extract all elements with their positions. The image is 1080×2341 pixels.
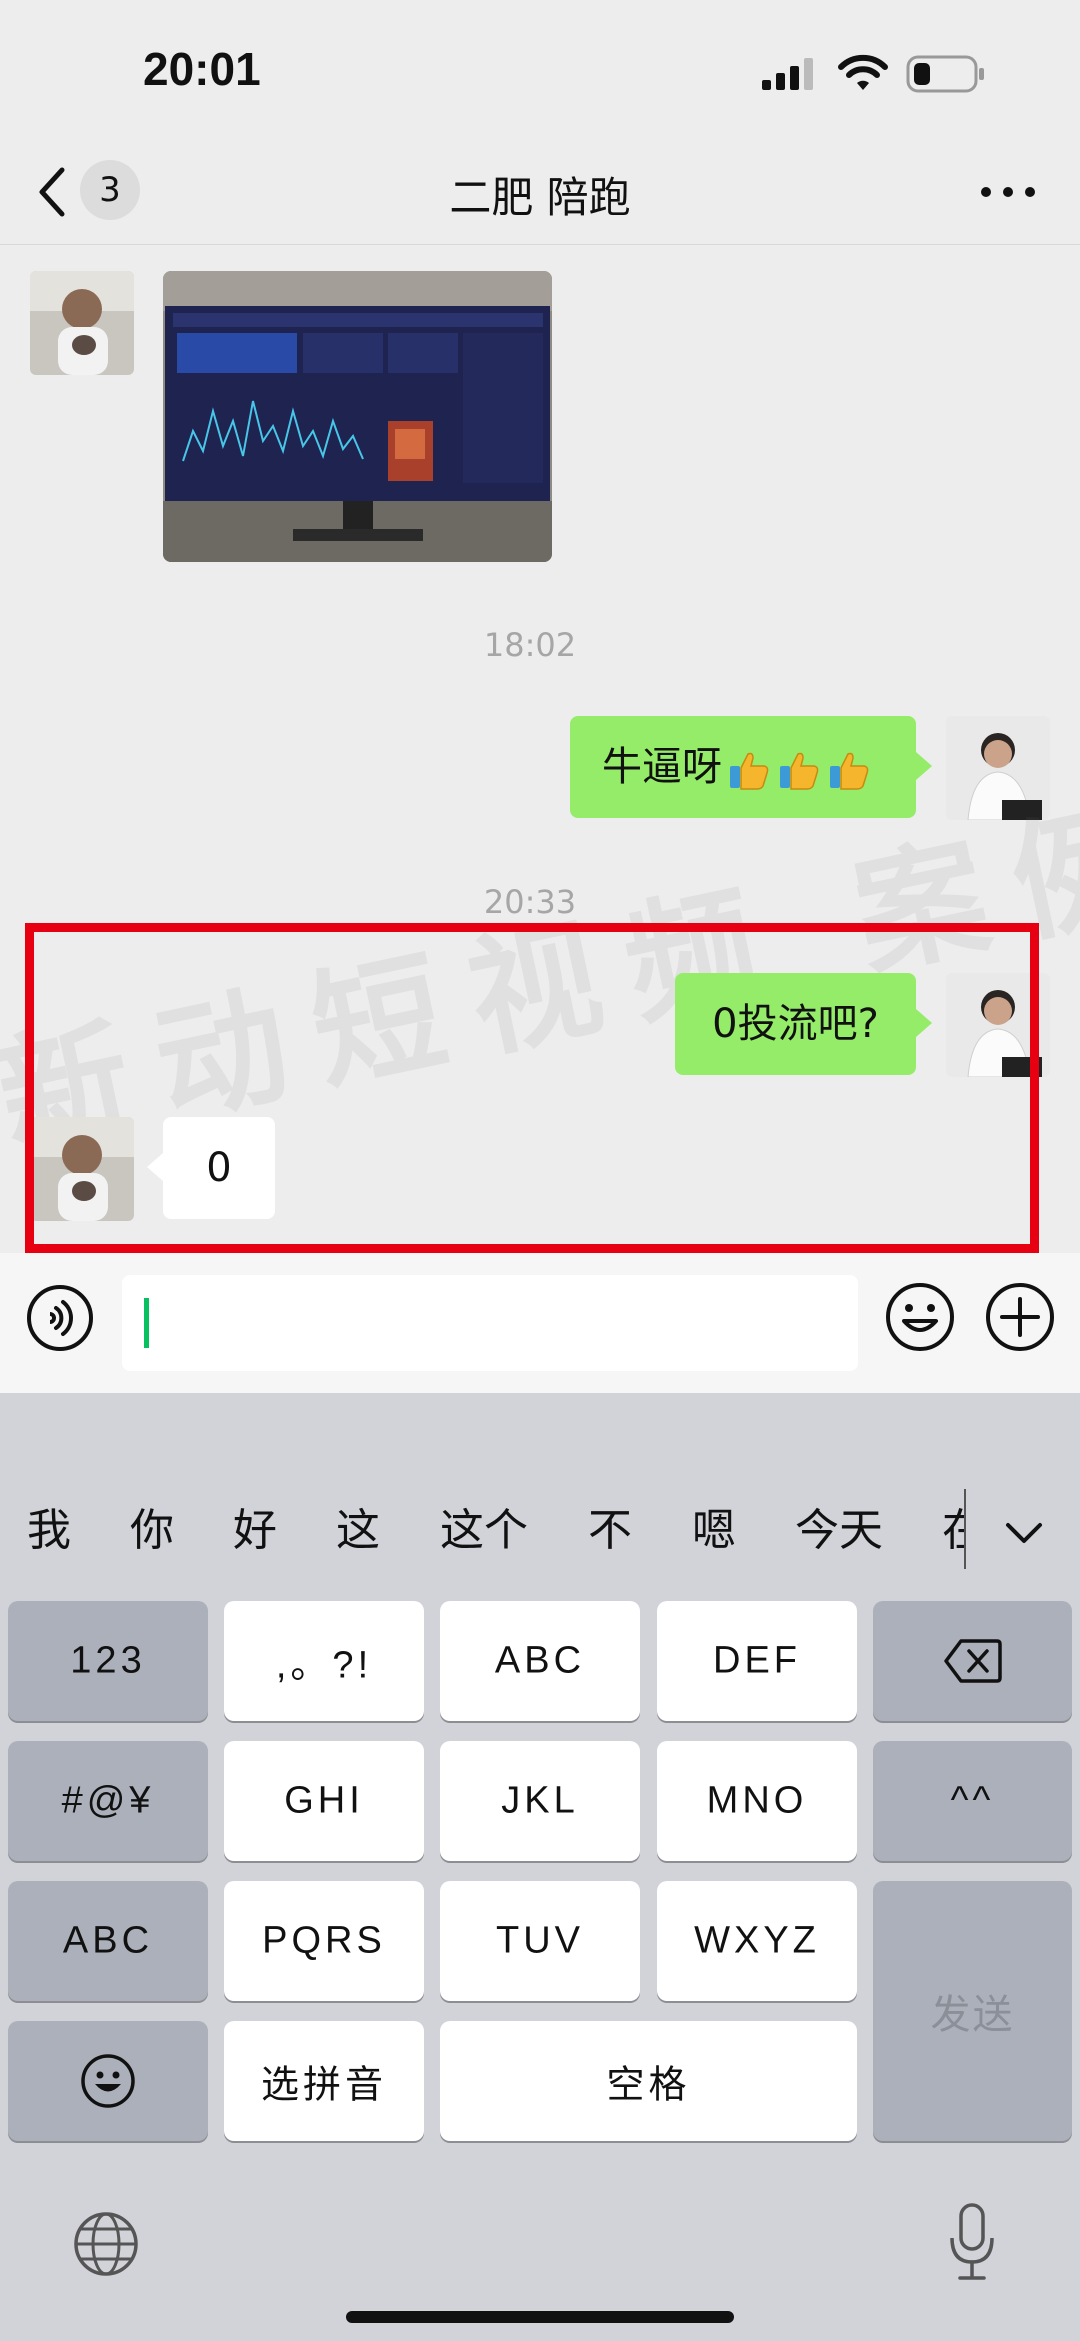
key-face[interactable]: ^^: [873, 1741, 1072, 1861]
delete-key[interactable]: [873, 1601, 1072, 1721]
key-wxyz[interactable]: WXYZ: [657, 1881, 857, 2001]
chat-title: 二肥 陪跑: [449, 173, 631, 222]
home-indicator: [346, 2311, 734, 2323]
candidate-word[interactable]: 嗯: [692, 1461, 736, 1601]
message-bubble[interactable]: 牛逼呀: [570, 716, 932, 818]
candidate-word[interactable]: 在: [942, 1461, 964, 1601]
candidate-divider: [964, 1489, 966, 1569]
key-label: #@¥: [61, 1779, 155, 1822]
message-input[interactable]: [122, 1275, 858, 1371]
wifi-icon: [838, 54, 888, 90]
thumbs-up-icon: [730, 752, 769, 790]
candidate-word[interactable]: 今天: [795, 1461, 883, 1601]
key-jkl[interactable]: JKL: [440, 1741, 640, 1861]
plus-icon[interactable]: [984, 1281, 1056, 1353]
thumbs-up-icon: [780, 752, 819, 790]
candidate-bar: 我 你 好 这 这个 不 嗯 今天 在: [0, 1461, 1080, 1601]
key-label: WXYZ: [694, 1919, 820, 1962]
timestamp: 18:02: [483, 626, 577, 664]
space-key[interactable]: 空格: [440, 2021, 857, 2141]
keyboard: 我 你 好 这 这个 不 嗯 今天 在 123 ,。?! ABC DEF #@¥…: [0, 1393, 1080, 2341]
key-tuv[interactable]: TUV: [440, 1881, 640, 2001]
key-label: 123: [70, 1639, 146, 1682]
key-label: TUV: [496, 1919, 584, 1962]
smiley-icon: [81, 2054, 135, 2108]
key-label: ^^: [950, 1779, 995, 1822]
candidate-word[interactable]: 我: [27, 1461, 71, 1601]
status-bar: 20:01: [0, 0, 1080, 140]
key-punctuation[interactable]: ,。?!: [224, 1601, 424, 1721]
candidate-word[interactable]: 你: [130, 1461, 174, 1601]
input-bar: [0, 1253, 1080, 1393]
key-label: MNO: [706, 1779, 808, 1822]
key-label: JKL: [501, 1779, 579, 1822]
contact-avatar[interactable]: [30, 271, 134, 375]
globe-icon[interactable]: [72, 2210, 140, 2278]
signal-icon: [762, 58, 813, 90]
image-message[interactable]: [163, 271, 552, 562]
emoji-key[interactable]: [8, 2021, 208, 2141]
key-abc-switch[interactable]: ABC: [8, 1881, 208, 2001]
status-time: 20:01: [143, 43, 261, 95]
key-label: ABC: [494, 1639, 586, 1682]
text-cursor: [144, 1298, 149, 1348]
mic-icon[interactable]: [948, 2202, 996, 2282]
candidate-word[interactable]: 好: [233, 1461, 277, 1601]
delete-icon: [944, 1639, 1002, 1683]
key-label: GHI: [284, 1779, 364, 1822]
key-label: 发送: [930, 1993, 1015, 2037]
key-label: ,。?!: [275, 1644, 373, 1687]
thumbs-up-icon: [830, 752, 869, 790]
key-symbols[interactable]: #@¥: [8, 1741, 208, 1861]
chevron-down-icon[interactable]: [1002, 1511, 1046, 1555]
emoji-icon[interactable]: [884, 1281, 956, 1353]
send-key[interactable]: 发送: [873, 1881, 1072, 2141]
key-label: 空格: [606, 2064, 691, 2107]
key-label: ABC: [62, 1919, 154, 1962]
voice-icon[interactable]: [26, 1284, 94, 1352]
candidate-word[interactable]: 不: [588, 1461, 632, 1601]
key-pqrs[interactable]: PQRS: [224, 1881, 424, 2001]
more-icon[interactable]: [976, 168, 1040, 216]
key-label: PQRS: [262, 1919, 386, 1962]
key-ghi[interactable]: GHI: [224, 1741, 424, 1861]
battery-icon: [906, 55, 984, 93]
chat-header: 3 二肥 陪跑: [0, 140, 1080, 245]
key-mno[interactable]: MNO: [657, 1741, 857, 1861]
key-label: 选拼音: [260, 2064, 387, 2107]
highlight-annotation: [25, 923, 1039, 1253]
key-pinyin[interactable]: 选拼音: [224, 2021, 424, 2141]
key-def[interactable]: DEF: [657, 1601, 857, 1721]
key-numbers[interactable]: 123: [8, 1601, 208, 1721]
candidate-word[interactable]: 这个: [440, 1461, 528, 1601]
key-abc[interactable]: ABC: [440, 1601, 640, 1721]
message-text: 牛逼呀: [602, 744, 722, 790]
key-label: DEF: [713, 1639, 801, 1682]
candidate-word[interactable]: 这: [336, 1461, 380, 1601]
